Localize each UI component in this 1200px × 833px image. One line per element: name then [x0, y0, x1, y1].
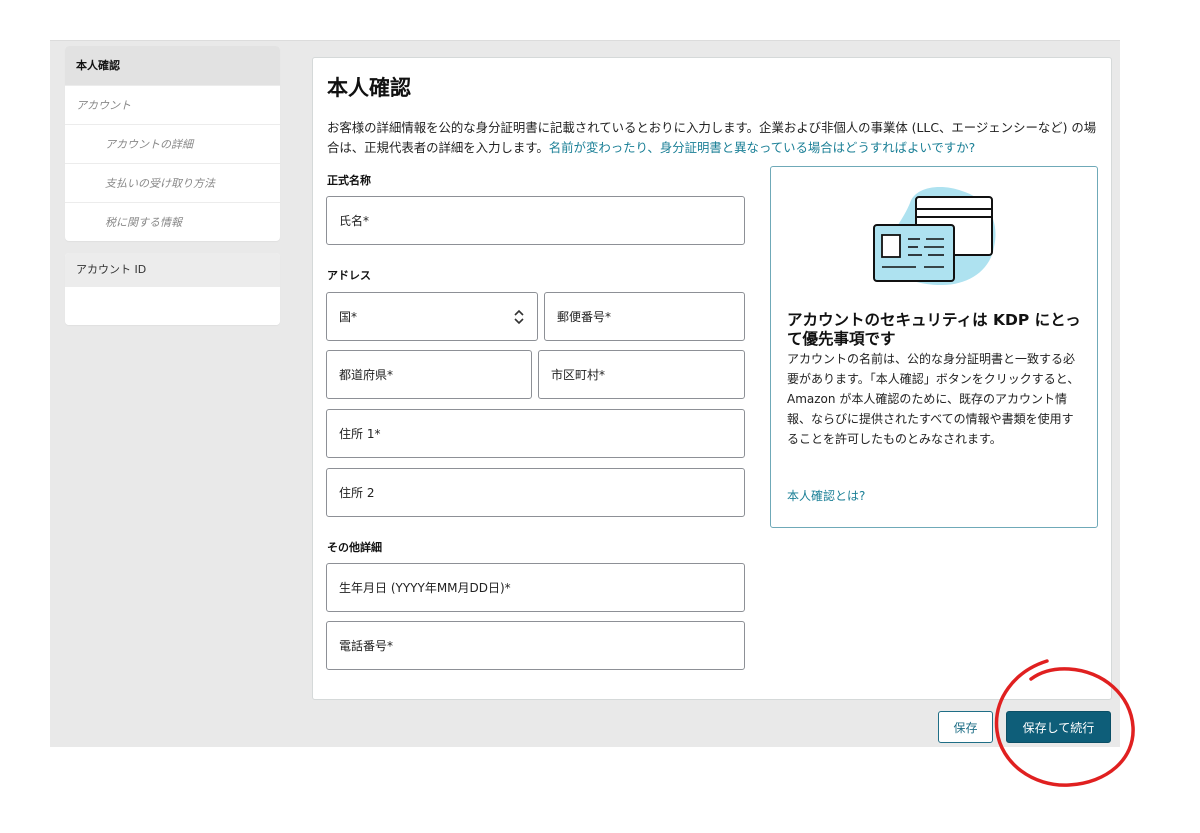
country-select[interactable]: 国* — [326, 292, 538, 341]
sidebar-item-account-details[interactable]: アカウントの詳細 — [65, 124, 280, 163]
address-section-label: アドレス — [327, 269, 371, 282]
city-field[interactable]: 市区町村* — [538, 350, 745, 399]
security-info-card: アカウントのセキュリティは KDP にとって優先事項です アカウントの名前は、公… — [770, 166, 1098, 528]
birthdate-placeholder: 生年月日 (YYYY年MM月DD日)* — [339, 581, 511, 595]
security-info-title: アカウントのセキュリティは KDP にとって優先事項です — [787, 311, 1081, 348]
sidebar-item-tax-info[interactable]: 税に関する情報 — [65, 202, 280, 241]
other-details-section-label: その他詳細 — [327, 541, 382, 554]
sidebar-section-account-id: アカウント ID — [65, 253, 280, 325]
sidebar-item-account[interactable]: アカウント — [65, 85, 280, 124]
legal-name-section-label: 正式名称 — [327, 174, 371, 187]
country-placeholder: 国* — [339, 310, 358, 324]
sidebar-item-account-id[interactable]: アカウント ID — [65, 253, 280, 287]
sidebar: 本人確認 アカウント アカウントの詳細 支払いの受け取り方法 税に関する情報 ア… — [65, 46, 280, 325]
save-button[interactable]: 保存 — [938, 711, 993, 743]
address-line1-field[interactable]: 住所 1* — [326, 409, 745, 458]
full-name-placeholder: 氏名* — [339, 214, 370, 228]
security-info-body: アカウントの名前は、公的な身分証明書と一致する必要があります。「本人確認」ボタン… — [787, 352, 1080, 446]
sidebar-section-identity: 本人確認 アカウント アカウントの詳細 支払いの受け取り方法 税に関する情報 — [65, 46, 280, 241]
prefecture-field[interactable]: 都道府県* — [326, 350, 532, 399]
birthdate-field[interactable]: 生年月日 (YYYY年MM月DD日)* — [326, 563, 745, 612]
address-line2-field[interactable]: 住所 2 — [326, 468, 745, 517]
prefecture-placeholder: 都道府県* — [339, 368, 394, 382]
phone-placeholder: 電話番号* — [339, 639, 394, 653]
city-placeholder: 市区町村* — [551, 368, 606, 382]
sidebar-item-payment-method[interactable]: 支払いの受け取り方法 — [65, 163, 280, 202]
save-and-continue-button[interactable]: 保存して続行 — [1006, 711, 1111, 743]
what-is-identity-verification-link[interactable]: 本人確認とは? — [787, 487, 865, 504]
account-id-value — [65, 287, 280, 325]
postal-code-field[interactable]: 郵便番号* — [544, 292, 745, 341]
id-card-illustration-icon — [873, 187, 996, 285]
intro-paragraph: お客様の詳細情報を公的な身分証明書に記載されているとおりに入力します。企業および… — [327, 118, 1097, 158]
address-line2-placeholder: 住所 2 — [339, 486, 375, 500]
name-change-help-link[interactable]: 名前が変わったり、身分証明書と異なっている場合はどうすればよいですか? — [549, 140, 975, 155]
phone-field[interactable]: 電話番号* — [326, 621, 745, 670]
postal-code-placeholder: 郵便番号* — [557, 310, 612, 324]
chevron-up-down-icon — [514, 309, 524, 325]
full-name-field[interactable]: 氏名* — [326, 196, 745, 245]
sidebar-item-identity-verification[interactable]: 本人確認 — [65, 46, 280, 85]
page-title: 本人確認 — [327, 76, 411, 100]
address-line1-placeholder: 住所 1* — [339, 427, 381, 441]
identity-form-panel: 本人確認 お客様の詳細情報を公的な身分証明書に記載されているとおりに入力します。… — [312, 57, 1112, 700]
